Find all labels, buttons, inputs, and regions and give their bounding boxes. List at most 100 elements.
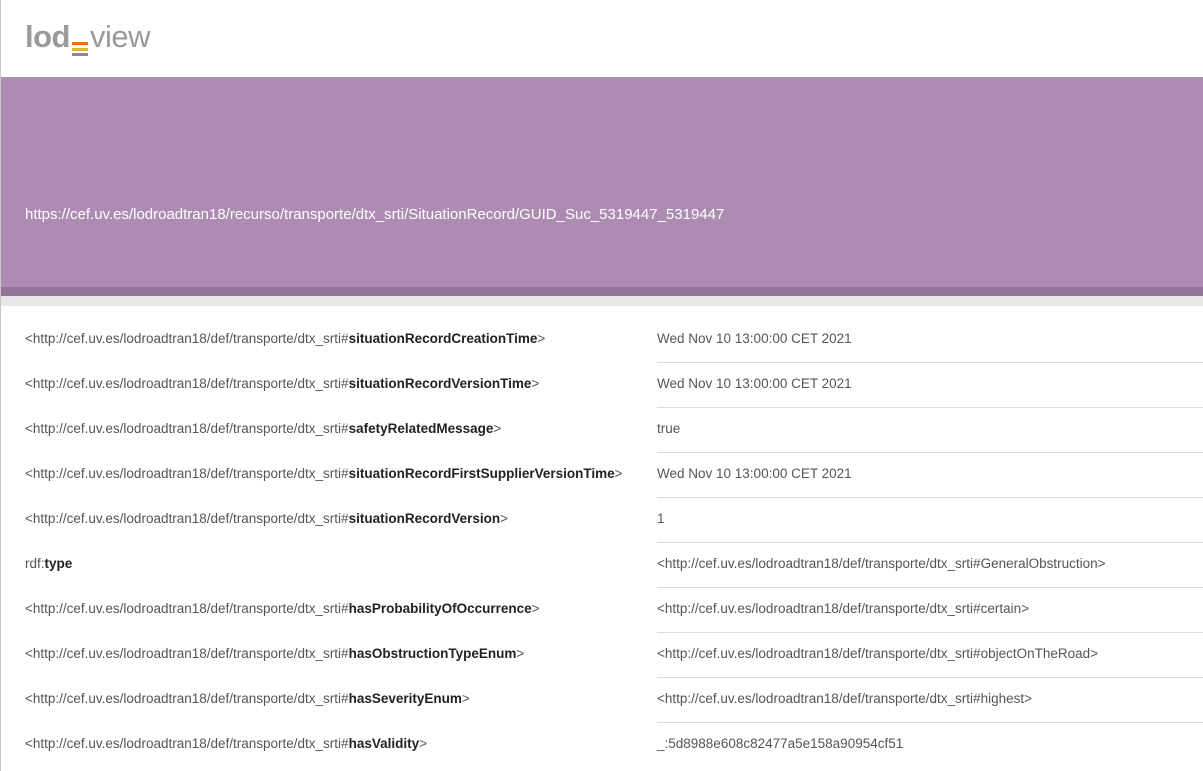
triple-row: <http://cef.uv.es/lodroadtran18/def/tran…	[1, 408, 1203, 453]
object-namespace: <http://cef.uv.es/lodroadtran18/def/tran…	[657, 646, 981, 661]
predicate-local-name: type	[44, 556, 73, 571]
triple-row: <http://cef.uv.es/lodroadtran18/def/tran…	[1, 498, 1203, 543]
banner-bottom-strip	[1, 287, 1203, 296]
object-local-name: certain	[980, 601, 1022, 616]
predicate-link[interactable]: <http://cef.uv.es/lodroadtran18/def/tran…	[25, 421, 501, 436]
blank-node-link[interactable]: _:5d8988e608c82477a5e158a90954cf51	[657, 736, 903, 751]
triples-table: <http://cef.uv.es/lodroadtran18/def/tran…	[1, 318, 1203, 768]
predicate-local-name: safetyRelatedMessage	[348, 421, 494, 436]
logo-stripe-2	[72, 47, 88, 51]
object-suffix: >	[1097, 556, 1106, 571]
object-cell: Wed Nov 10 13:00:00 CET 2021	[657, 318, 1203, 363]
predicate-namespace: <http://cef.uv.es/lodroadtran18/def/tran…	[25, 331, 349, 346]
predicate-suffix: >	[614, 466, 623, 481]
predicate-local-name: situationRecordFirstSupplierVersionTime	[348, 466, 615, 481]
lodview-logo[interactable]: lod view	[25, 18, 151, 58]
object-link[interactable]: <http://cef.uv.es/lodroadtran18/def/tran…	[657, 691, 1032, 706]
object-suffix: >	[1090, 646, 1099, 661]
triple-row: <http://cef.uv.es/lodroadtran18/def/tran…	[1, 678, 1203, 723]
predicate-link[interactable]: <http://cef.uv.es/lodroadtran18/def/tran…	[25, 691, 470, 706]
page: lod view https://cef.uv.es/lodroadtran18…	[0, 0, 1203, 771]
predicate-namespace: <http://cef.uv.es/lodroadtran18/def/tran…	[25, 646, 349, 661]
predicate-local-name: hasValidity	[348, 736, 420, 751]
predicate-local-name: situationRecordCreationTime	[348, 331, 538, 346]
logo-text-lod: lod	[25, 19, 71, 54]
predicate-suffix: >	[531, 376, 540, 391]
predicate-link[interactable]: <http://cef.uv.es/lodroadtran18/def/tran…	[25, 331, 545, 346]
predicate-namespace: <http://cef.uv.es/lodroadtran18/def/tran…	[25, 376, 349, 391]
object-value: true	[657, 421, 680, 436]
predicate-suffix: >	[516, 646, 525, 661]
object-cell: <http://cef.uv.es/lodroadtran18/def/tran…	[657, 543, 1203, 588]
object-text: Wed Nov 10 13:00:00 CET 2021	[657, 331, 852, 346]
object-cell: <http://cef.uv.es/lodroadtran18/def/tran…	[657, 678, 1203, 723]
predicate-suffix: >	[500, 511, 509, 526]
predicate-suffix: >	[461, 691, 470, 706]
predicate-namespace: <http://cef.uv.es/lodroadtran18/def/tran…	[25, 691, 349, 706]
object-namespace: <http://cef.uv.es/lodroadtran18/def/tran…	[657, 556, 981, 571]
predicate-namespace: <http://cef.uv.es/lodroadtran18/def/tran…	[25, 601, 349, 616]
object-cell: <http://cef.uv.es/lodroadtran18/def/tran…	[657, 633, 1203, 678]
object-text: true	[657, 421, 681, 436]
logo-stripe-1	[72, 42, 88, 45]
top-bar: lod view	[1, 0, 1203, 77]
predicate-link[interactable]: <http://cef.uv.es/lodroadtran18/def/tran…	[25, 511, 508, 526]
predicate-namespace: <http://cef.uv.es/lodroadtran18/def/tran…	[25, 511, 349, 526]
triple-row: <http://cef.uv.es/lodroadtran18/def/tran…	[1, 318, 1203, 363]
object-cell: true	[657, 408, 1203, 453]
predicate-namespace: rdf:	[25, 556, 45, 571]
object-value: Wed Nov 10 13:00:00 CET 2021	[657, 376, 852, 391]
predicate-suffix: >	[537, 331, 546, 346]
object-namespace: <http://cef.uv.es/lodroadtran18/def/tran…	[657, 601, 981, 616]
object-local-name: objectOnTheRoad	[980, 646, 1091, 661]
resource-uri-link[interactable]: https://cef.uv.es/lodroadtran18/recurso/…	[25, 205, 724, 225]
object-namespace: <http://cef.uv.es/lodroadtran18/def/tran…	[657, 691, 981, 706]
object-link[interactable]: <http://cef.uv.es/lodroadtran18/def/tran…	[657, 556, 1106, 571]
triple-row: <http://cef.uv.es/lodroadtran18/def/tran…	[1, 633, 1203, 678]
object-cell: Wed Nov 10 13:00:00 CET 2021	[657, 363, 1203, 408]
predicate-local-name: situationRecordVersion	[348, 511, 501, 526]
predicate-suffix: >	[419, 736, 428, 751]
object-value: Wed Nov 10 13:00:00 CET 2021	[657, 466, 852, 481]
logo-stripe-3	[72, 53, 88, 56]
object-link[interactable]: <http://cef.uv.es/lodroadtran18/def/tran…	[657, 601, 1029, 616]
predicate-suffix: >	[493, 421, 502, 436]
banner-shadow	[1, 296, 1203, 306]
object-text: Wed Nov 10 13:00:00 CET 2021	[657, 466, 852, 481]
predicate-local-name: hasSeverityEnum	[348, 691, 462, 706]
triple-row: <http://cef.uv.es/lodroadtran18/def/tran…	[1, 363, 1203, 408]
object-cell: Wed Nov 10 13:00:00 CET 2021	[657, 453, 1203, 498]
object-text: _:5d8988e608c82477a5e158a90954cf51	[657, 736, 904, 751]
predicate-link[interactable]: <http://cef.uv.es/lodroadtran18/def/tran…	[25, 601, 540, 616]
triple-row: <http://cef.uv.es/lodroadtran18/def/tran…	[1, 453, 1203, 498]
object-cell: <http://cef.uv.es/lodroadtran18/def/tran…	[657, 588, 1203, 633]
predicate-suffix: >	[531, 601, 540, 616]
object-local-name: GeneralObstruction	[980, 556, 1098, 571]
predicate-local-name: situationRecordVersionTime	[348, 376, 532, 391]
predicate-namespace: <http://cef.uv.es/lodroadtran18/def/tran…	[25, 736, 349, 751]
resource-banner: https://cef.uv.es/lodroadtran18/recurso/…	[1, 77, 1203, 287]
predicate-local-name: hasProbabilityOfOccurrence	[348, 601, 532, 616]
object-suffix: >	[1024, 691, 1033, 706]
predicate-namespace: <http://cef.uv.es/lodroadtran18/def/tran…	[25, 466, 349, 481]
object-cell: 1	[657, 498, 1203, 543]
logo-stripes-icon	[72, 42, 88, 56]
predicate-link[interactable]: rdf:type	[25, 556, 72, 571]
triple-row: <http://cef.uv.es/lodroadtran18/def/tran…	[1, 723, 1203, 768]
object-value: 1	[657, 511, 665, 526]
predicate-link[interactable]: <http://cef.uv.es/lodroadtran18/def/tran…	[25, 376, 539, 391]
object-value: Wed Nov 10 13:00:00 CET 2021	[657, 331, 852, 346]
predicate-link[interactable]: <http://cef.uv.es/lodroadtran18/def/tran…	[25, 646, 524, 661]
object-local-name: highest	[980, 691, 1025, 706]
object-text: Wed Nov 10 13:00:00 CET 2021	[657, 376, 852, 391]
predicate-link[interactable]: <http://cef.uv.es/lodroadtran18/def/tran…	[25, 736, 427, 751]
triple-row: <http://cef.uv.es/lodroadtran18/def/tran…	[1, 588, 1203, 633]
object-cell: _:5d8988e608c82477a5e158a90954cf51	[657, 723, 1203, 771]
triple-row: rdf:type <http://cef.uv.es/lodroadtran18…	[1, 543, 1203, 588]
object-suffix: >	[1021, 601, 1029, 616]
predicate-namespace: <http://cef.uv.es/lodroadtran18/def/tran…	[25, 421, 349, 436]
predicate-link[interactable]: <http://cef.uv.es/lodroadtran18/def/tran…	[25, 466, 623, 481]
object-text: 1	[657, 511, 665, 526]
object-link[interactable]: <http://cef.uv.es/lodroadtran18/def/tran…	[657, 646, 1098, 661]
logo-text-view: view	[90, 19, 151, 54]
